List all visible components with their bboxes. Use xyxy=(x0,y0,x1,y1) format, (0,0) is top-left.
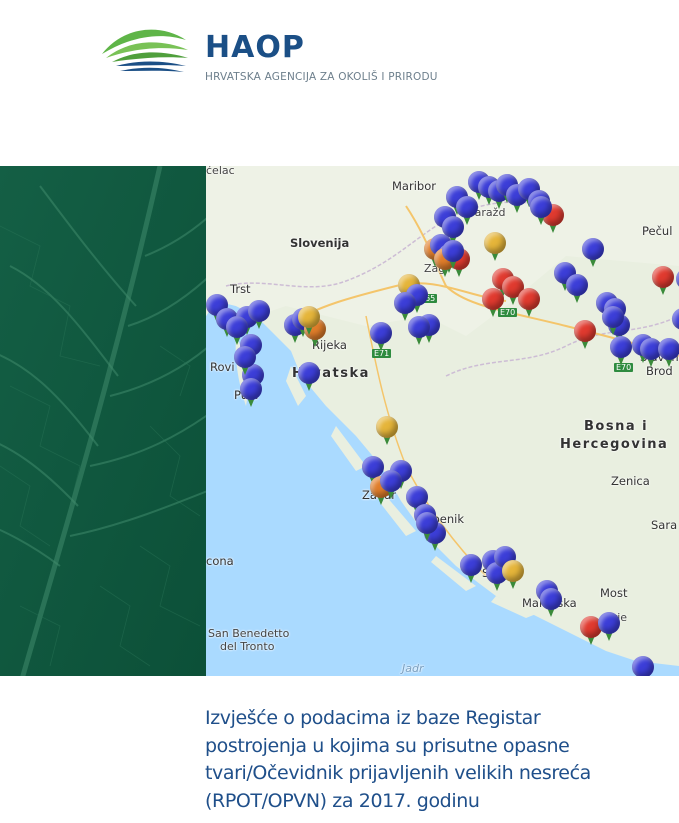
title-line: (RPOT/OPVN) za 2017. godinu xyxy=(205,789,480,812)
title-line: tvari/Očevidnik prijavljenih velikih nes… xyxy=(205,762,591,784)
map-label-mostar: Most xyxy=(600,586,628,600)
map-marker-icon xyxy=(442,240,464,270)
map-marker-icon xyxy=(574,320,596,350)
map-marker-icon xyxy=(240,378,262,408)
map-label-zenica: Zenica xyxy=(611,474,650,488)
map-label-rovinj: Rovi xyxy=(210,360,235,374)
map-label-san-benedetto: San Benedetto xyxy=(208,627,290,640)
map-label-ancona: cona xyxy=(206,554,234,568)
map-label-pecuh: Pečul xyxy=(642,224,673,238)
report-title: Izvješće o podacima iz baze Registar pos… xyxy=(205,705,625,815)
map-marker-icon xyxy=(658,338,679,368)
map-label-hercegovina: Hercegovina xyxy=(560,437,669,452)
map-marker-icon xyxy=(632,656,654,676)
title-line: Izvješće o podacima iz baze Registar xyxy=(205,707,541,729)
map-label-slovenija: Slovenija xyxy=(290,236,350,250)
map-marker-icon xyxy=(610,336,632,366)
map-marker-icon xyxy=(502,560,524,590)
map-marker-icon xyxy=(582,238,604,268)
map-panel: Maribor Slovenija Trst Rijeka Hrvatska R… xyxy=(206,166,679,676)
map-marker-icon xyxy=(652,266,674,296)
map-label-bosna: Bosna i xyxy=(584,419,649,434)
map-marker-icon xyxy=(482,288,504,318)
map-marker-icon xyxy=(248,300,270,330)
map-marker-icon xyxy=(460,554,482,584)
map-label-del-tronto: del Tronto xyxy=(220,640,275,653)
map-label-sarajevo: Sara xyxy=(651,518,678,532)
map-marker-icon xyxy=(298,306,320,336)
map-label-cakovec: ćelac xyxy=(206,166,235,177)
map-label-maribor: Maribor xyxy=(392,179,436,193)
leaf-veins-image xyxy=(0,166,206,676)
map-marker-icon xyxy=(518,288,540,318)
header: HAOP HRVATSKA AGENCIJA ZA OKOLIŠ I PRIRO… xyxy=(0,0,679,166)
map-marker-icon xyxy=(530,196,552,226)
logo-wordmark: HAOP xyxy=(205,30,305,65)
map-marker-icon xyxy=(540,588,562,618)
title-line: postrojenja u kojima su prisutne opasne xyxy=(205,734,570,757)
map-label-trst: Trst xyxy=(230,282,251,296)
map-marker-icon xyxy=(234,346,256,376)
map-marker-icon xyxy=(380,470,402,500)
map-marker-icon xyxy=(298,362,320,392)
haop-logo-icon xyxy=(102,29,188,72)
map-marker-icon xyxy=(416,512,438,542)
map-marker-icon xyxy=(408,316,430,346)
map-marker-icon xyxy=(598,612,620,642)
agency-name: HRVATSKA AGENCIJA ZA OKOLIŠ I PRIRODU xyxy=(205,71,438,83)
map-marker-icon xyxy=(602,306,624,336)
map-marker-icon xyxy=(566,274,588,304)
map-label-jadran: Jadr xyxy=(402,662,424,675)
map-marker-icon xyxy=(370,322,392,352)
leaf-panel xyxy=(0,166,206,676)
map-marker-icon xyxy=(376,416,398,446)
map-marker-icon xyxy=(672,308,679,338)
map-marker-icon xyxy=(484,232,506,262)
